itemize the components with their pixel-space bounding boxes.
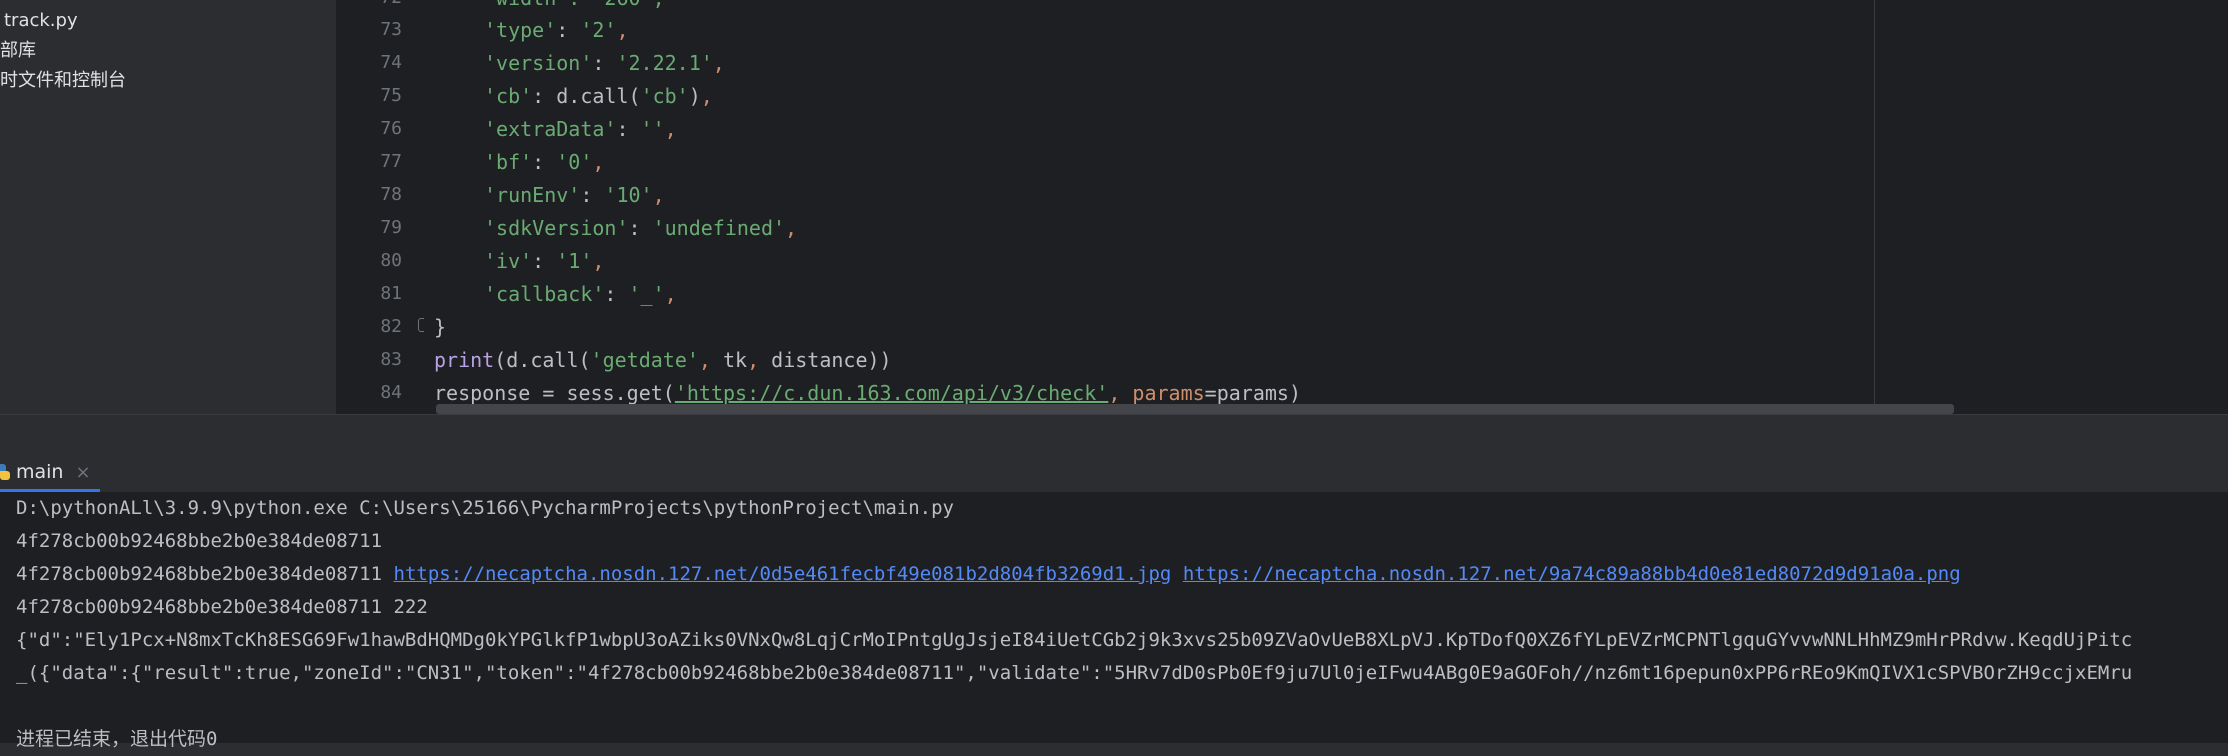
code-line: }: [434, 312, 446, 342]
python-icon: [0, 464, 10, 480]
editor-horizontal-scrollbar[interactable]: [436, 404, 1954, 414]
code-prefix: response = sess.get(: [434, 381, 675, 405]
console-token: 4f278cb00b92468bbe2b0e384de08711: [16, 563, 383, 585]
line-number: 82: [380, 316, 402, 337]
console-line: 4f278cb00b92468bbe2b0e384de08711 https:/…: [16, 558, 1961, 591]
call-end: ): [688, 84, 701, 108]
line-number: 83: [380, 349, 402, 370]
code-line: 'bf': '0',: [484, 150, 605, 174]
console-line-exit: 进程已结束，退出代码0: [16, 728, 218, 750]
line-number: 84: [380, 382, 402, 403]
dict-value: '_': [628, 282, 665, 306]
line-number: 78: [380, 184, 402, 205]
dict-value: '2': [580, 18, 617, 42]
panel-splitter[interactable]: [0, 414, 2228, 453]
code-line: 'iv': '1',: [484, 249, 605, 273]
closing-brace: }: [434, 315, 447, 339]
code-line: 'callback': '_',: [484, 282, 677, 306]
dict-value: '1': [556, 249, 593, 273]
call-arg: 'getdate': [590, 348, 699, 372]
call-open: (d.call(: [494, 348, 591, 372]
call-arg: 'cb': [640, 84, 689, 108]
console-line: 4f278cb00b92468bbe2b0e384de08711 222: [16, 596, 428, 618]
line-number: 73: [380, 19, 402, 40]
tree-item-external-libraries[interactable]: 部库: [0, 37, 36, 65]
dict-value: '': [640, 117, 665, 141]
console-line: 4f278cb00b92468bbe2b0e384de08711: [16, 530, 383, 552]
line-number: 75: [380, 85, 402, 106]
dict-key: 'extraData': [484, 117, 617, 141]
code-line: 'extraData': '',: [484, 117, 677, 141]
run-console[interactable]: D:\pythonALl\3.9.9\python.exe C:\Users\2…: [0, 492, 2228, 750]
dict-key: 'iv': [484, 249, 533, 273]
dict-key: 'type': [484, 18, 557, 42]
dict-key: 'runEnv': [484, 183, 581, 207]
code-line: 'type': '2',: [484, 18, 629, 42]
line-number-gutter: 72 73 74 75 76 77 78 79 80 81 82 83 84: [336, 0, 424, 414]
param-name: params: [1132, 381, 1205, 405]
line-number: 74: [380, 52, 402, 73]
code-line: 'cb': d.call('cb'),: [484, 84, 713, 108]
console-link-png[interactable]: https://necaptcha.nosdn.127.net/9a74c89a…: [1183, 563, 1961, 585]
tree-item-track-py[interactable]: track.py: [4, 7, 78, 35]
arg-tk: tk: [710, 348, 748, 372]
close-icon[interactable]: ×: [75, 462, 90, 483]
console-line-command: D:\pythonALl\3.9.9\python.exe C:\Users\2…: [16, 497, 954, 519]
code-text: 'width': '260',: [484, 0, 665, 10]
code-line: 'width': '260',: [484, 0, 665, 13]
line-number: 77: [380, 151, 402, 172]
run-tab-label: main: [16, 461, 64, 483]
run-tool-window-header: main ×: [0, 452, 2228, 493]
arg-distance: distance)): [759, 348, 892, 372]
code-line: print(d.call('getdate', tk, distance)): [434, 348, 892, 372]
console-line: {"d":"Ely1Pcx+N8mxTcKh8ESG69Fw1hawBdHQMD…: [16, 629, 2133, 651]
line-number: 81: [380, 283, 402, 304]
url-string[interactable]: 'https://c.dun.163.com/api/v3/check': [675, 381, 1108, 405]
dict-value: 'undefined': [652, 216, 786, 240]
line-number: 76: [380, 118, 402, 139]
code-line: 'sdkVersion': 'undefined',: [484, 216, 798, 240]
line-number: 72: [342, 0, 402, 13]
dict-value: '0': [556, 150, 593, 174]
call-expr: d.call(: [556, 84, 641, 108]
run-tab-main[interactable]: main ×: [0, 452, 91, 492]
dict-value: '2.22.1': [616, 51, 713, 75]
param-value: =params): [1204, 381, 1301, 405]
code-line: 'runEnv': '10',: [484, 183, 665, 207]
code-line: 'version': '2.22.1',: [484, 51, 725, 75]
line-number: 79: [380, 217, 402, 238]
line-number: 80: [380, 250, 402, 271]
dict-value: '10': [604, 183, 653, 207]
dict-key: 'sdkVersion': [484, 216, 629, 240]
console-link-jpg[interactable]: https://necaptcha.nosdn.127.net/0d5e461f…: [394, 563, 1172, 585]
project-tree-panel: track.py 部库 时文件和控制台: [0, 0, 337, 450]
tree-item-scratches-consoles[interactable]: 时文件和控制台: [0, 67, 126, 95]
right-margin-guide: [1874, 0, 1875, 414]
dict-key: 'bf': [484, 150, 533, 174]
dict-key: 'callback': [484, 282, 605, 306]
print-fn: print: [434, 348, 495, 372]
dict-key: 'version': [484, 51, 593, 75]
code-editor[interactable]: 'width': '260', 'type': '2', 'version': …: [424, 0, 2228, 414]
console-line: _({"data":{"result":true,"zoneId":"CN31"…: [16, 662, 2133, 684]
dict-key: 'cb': [484, 84, 533, 108]
